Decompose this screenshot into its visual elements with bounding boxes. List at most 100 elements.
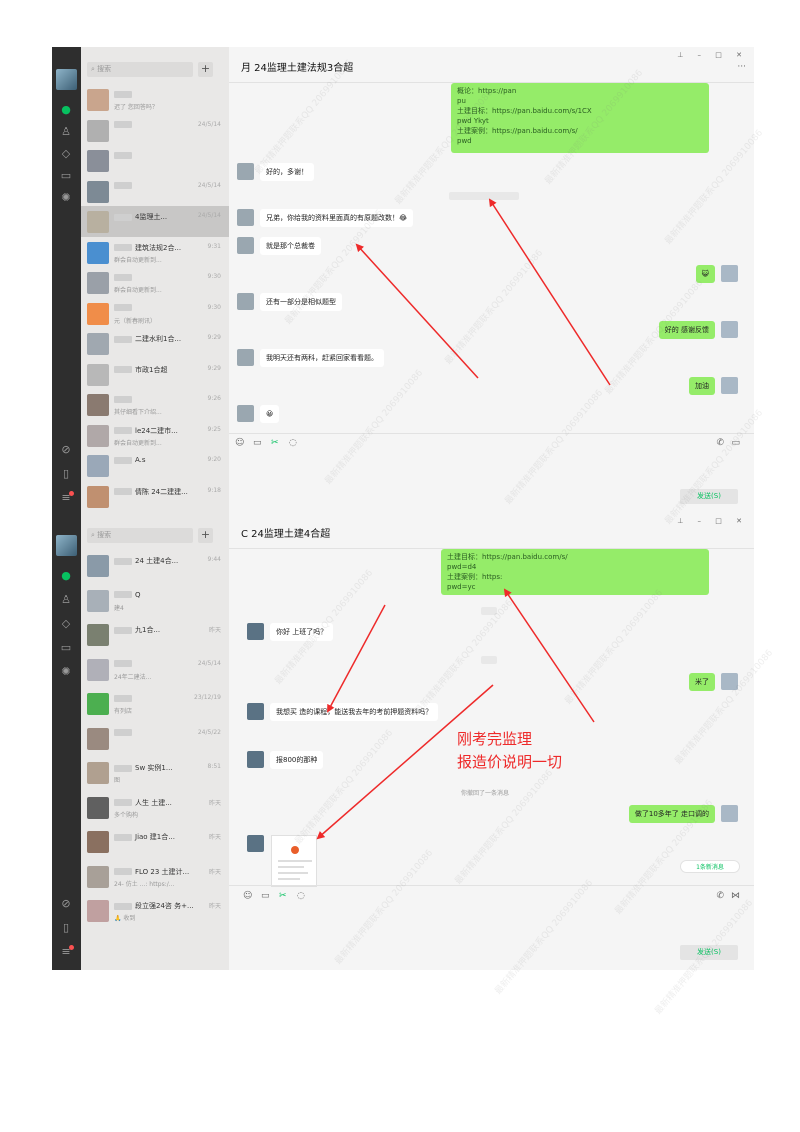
chat-list-item[interactable]: 其仔细看下介绍... 9:26 [81,389,229,420]
chat-name [114,121,194,129]
file-card[interactable] [271,835,317,887]
miniprogram-icon[interactable]: ⊘ [59,897,73,911]
file-logo-icon [291,846,299,854]
favorites-icon[interactable]: ◇ [59,617,73,631]
miniprogram-icon[interactable]: ⊘ [59,443,73,457]
message-in: 报800的那种 [247,751,324,769]
chat-time: 9:31 [207,242,221,250]
chat-list-item[interactable]: 市政1合超 9:29 [81,359,229,390]
avatar [87,762,109,784]
chat-list-item[interactable]: 24/5/14 [81,115,229,146]
avatar [247,751,264,768]
chat-list-item[interactable]: A.s 9:20 [81,450,229,481]
contacts-icon[interactable]: ♙ [59,125,73,139]
wechat-window-bottom: ● ♙ ◇ ▭ ✺ ⊘ ▯ ≡ ⌕ 搜索 + 24 土建4合... 9:44 Q 建4… [52,513,754,970]
chat-list-item[interactable]: 元（新春刷讯） 9:30 [81,298,229,329]
chat-preview: 多个购构 [114,811,139,819]
user-avatar[interactable] [56,535,77,556]
avatar [87,119,109,142]
chat-preview: 元（新春刷讯） [114,317,157,325]
chat-list-item[interactable]: 建筑法规2合... 群会自动更新到... 9:31 [81,237,229,268]
scissors-icon[interactable]: ✂ [279,891,287,901]
scissors-icon[interactable]: ✂ [271,438,279,448]
chat-list-item[interactable]: Sw 实例1... 图 8:51 [81,757,229,788]
window-controls[interactable]: ⊥ – □ ✕ [677,51,748,59]
chat-name [114,729,194,737]
chat-list-item[interactable] [81,145,229,176]
chat-name [114,182,194,190]
folder-icon[interactable]: ▭ [59,169,73,183]
phone-icon[interactable]: ▯ [59,921,73,935]
chat-list-item[interactable]: 迟了 您回答吗？ [81,84,229,115]
favorites-icon[interactable]: ◇ [59,147,73,161]
chat-name [114,395,194,403]
chat-time: 9:26 [207,395,221,402]
add-button[interactable]: + [198,528,213,543]
chat-list-item[interactable]: 有列店 23/12/19 [81,688,229,719]
chat-list-item[interactable]: 群会自动更新到... 9:30 [81,267,229,298]
chat-icon[interactable]: ● [59,569,73,583]
chat-time: 9:25 [207,425,221,433]
search-input[interactable]: ⌕ 搜索 [87,62,193,77]
chat-list-item[interactable]: 24 土建4合... 9:44 [81,550,229,581]
chat-list-item[interactable]: FLO 23 土建计... 24- 仿土 ...: https:/... 昨天 [81,861,229,892]
chat-list-item[interactable]: 人生 土建... 多个购构 昨天 [81,792,229,823]
avatar [87,589,109,612]
chat-list-item[interactable]: 段立强24咨 务+... 🙏 收到 昨天 [81,895,229,926]
user-avatar[interactable] [56,69,77,90]
chat-list-item[interactable]: 倩陈 24二建建... 9:18 [81,481,229,512]
chat-time: 24/5/22 [197,728,221,736]
chat-history-icon[interactable]: ◌ [297,891,305,901]
window-controls[interactable]: ⊥ – □ ✕ [677,517,748,525]
folder-icon[interactable]: ▭ [59,641,73,655]
avatar [247,703,264,720]
avatar [87,272,109,294]
add-button[interactable]: + [198,62,213,77]
phone-icon[interactable]: ▯ [59,467,73,481]
chat-time: 昨天 [208,868,221,876]
avatar [237,163,254,180]
more-icon[interactable]: ··· [737,62,746,72]
emoji-icon[interactable]: ☺ [243,891,252,901]
chat-time: 9:20 [207,456,221,463]
avatar [87,555,109,577]
moments-icon[interactable]: ✺ [59,191,73,205]
nav-rail: ● ♙ ◇ ▭ ✺ ⊘ ▯ ≡ [52,513,81,970]
chat-list-item[interactable]: Jiao 建1合... 昨天 [81,826,229,857]
avatar [87,865,109,888]
video-call-icon[interactable]: ⋈ [731,891,740,901]
message-in: 兄弟，你给我的资料里面真的有原题改数！😂 [237,209,414,227]
link-message[interactable]: 土建目标：https://pan.baidu.com/s/ pwd=d4 土建案… [441,549,709,595]
wechat-window-top: ● ♙ ◇ ▭ ✺ ⊘ ▯ ≡ ⌕ 搜索 + 迟了 您回答吗？ 24/5/14 24… [52,47,754,513]
chat-name: Sw 实例1... [114,763,194,773]
chat-list-item[interactable]: 4监理土... 24/5/14 [81,206,229,237]
contacts-icon[interactable]: ♙ [59,593,73,607]
chat-list-item[interactable]: 二建水利1合... 9:29 [81,328,229,359]
chat-list-item[interactable]: Q 建4 [81,585,229,616]
chat-name: FLO 23 土建计... [114,867,194,877]
avatar [721,805,738,822]
moments-icon[interactable]: ✺ [59,665,73,679]
chat-preview: 群会自动更新到... [114,256,162,264]
chat-history-icon[interactable]: ◌ [289,438,297,448]
chat-list-item[interactable]: 九1合... 昨天 [81,619,229,650]
chat-list-item[interactable]: 24/5/22 [81,723,229,754]
chat-time: 24/5/14 [197,659,221,667]
chat-list-item[interactable]: 24/5/14 [81,176,229,207]
avatar [87,180,109,203]
avatar [87,900,109,922]
avatar [87,624,109,646]
new-message-button[interactable]: 1条新消息 [680,860,740,873]
avatar [721,321,738,338]
file-icon[interactable]: ▭ [253,438,262,448]
chat-list-item[interactable]: 24年二建法... 24/5/14 [81,654,229,685]
emoji-icon[interactable]: ☺ [235,438,244,448]
avatar [87,363,109,386]
file-icon[interactable]: ▭ [261,891,270,901]
notification-dot [69,945,74,950]
avatar [87,211,109,233]
chat-icon[interactable]: ● [59,103,73,117]
search-input[interactable]: ⌕ 搜索 [87,528,193,543]
chat-list-item[interactable]: le24二建市... 群会自动更新到... 9:25 [81,420,229,451]
voice-call-icon[interactable]: ✆ [716,891,724,901]
